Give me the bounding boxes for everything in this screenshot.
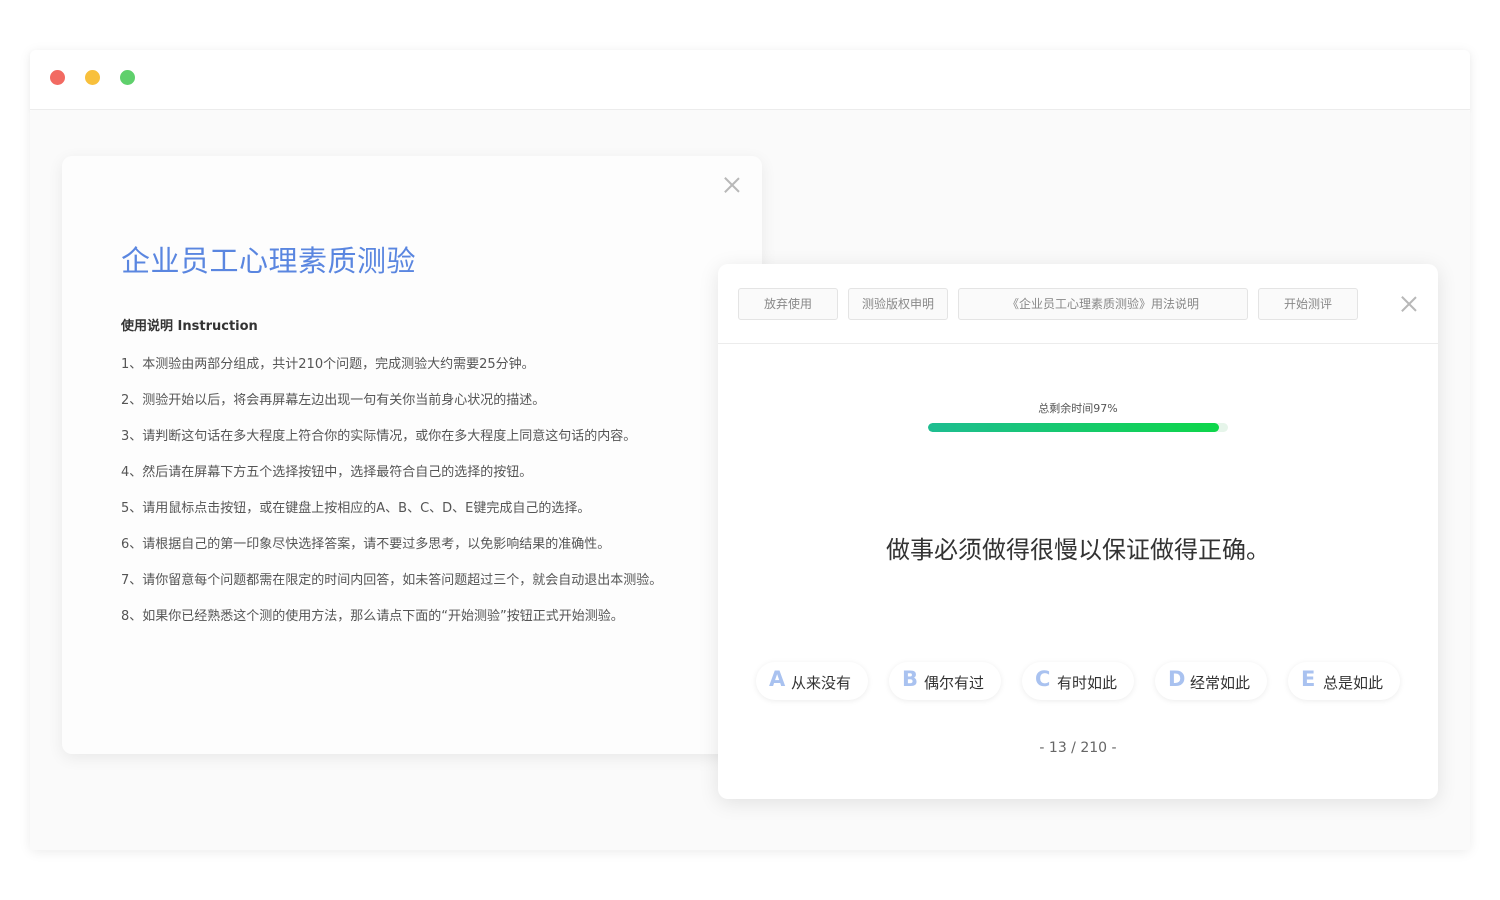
option-letter: C [1035, 667, 1051, 691]
instruction-item: 7、请你留意每个问题都需在限定的时间内回答，如未答问题超过三个，就会自动退出本测… [121, 573, 663, 588]
question-text: 做事必须做得很慢以保证做得正确。 [886, 536, 1270, 564]
option-c-button[interactable]: C 有时如此 [1022, 662, 1134, 700]
option-label: 经常如此 [1190, 674, 1251, 692]
instruction-item: 1、本测验由两部分组成，共计210个问题，完成测验大约需要25分钟。 [121, 357, 535, 372]
start-test-button[interactable]: 开始测评 [1258, 288, 1358, 320]
instruction-item: 4、然后请在屏幕下方五个选择按钮中，选择最符合自己的选择的按钮。 [121, 465, 533, 480]
option-a-button[interactable]: A 从来没有 [756, 662, 868, 700]
instruction-item: 3、请判断这句话在多大程度上符合你的实际情况，或你在多大程度上同意这句话的内容。 [121, 429, 637, 444]
option-label: 偶尔有过 [924, 674, 985, 692]
option-label: 有时如此 [1057, 674, 1118, 692]
content-area: 企业员工心理素质测验 使用说明 Instruction 1、本测验由两部分组成，… [30, 111, 1470, 850]
option-e-button[interactable]: E 总是如此 [1288, 662, 1400, 700]
window-titlebar [30, 50, 1470, 110]
option-d-button[interactable]: D 经常如此 [1155, 662, 1267, 700]
close-icon[interactable] [724, 177, 740, 193]
question-counter: - 13 / 210 - [1039, 740, 1117, 756]
quiz-toolbar: 放弃使用 测验版权申明 《企业员工心理素质测验》用法说明 开始测评 [718, 264, 1438, 344]
instruction-item: 2、测验开始以后，将会再屏幕左边出现一句有关你当前身心状况的描述。 [121, 393, 546, 408]
timer-progress-fill [928, 423, 1219, 432]
option-b-button[interactable]: B 偶尔有过 [889, 662, 1001, 700]
instruction-item: 6、请根据自己的第一印象尽快选择答案，请不要过多思考，以免影响结果的准确性。 [121, 537, 611, 552]
copyright-button[interactable]: 测验版权申明 [848, 288, 948, 320]
option-letter: D [1168, 667, 1186, 691]
instruction-heading: 使用说明 Instruction [121, 319, 258, 334]
instruction-list: 1、本测验由两部分组成，共计210个问题，完成测验大约需要25分钟。 2、测验开… [121, 356, 662, 644]
option-letter: E [1301, 667, 1316, 691]
app-window: 企业员工心理素质测验 使用说明 Instruction 1、本测验由两部分组成，… [30, 50, 1470, 850]
instruction-item: 8、如果你已经熟悉这个测的使用方法，那么请点下面的“开始测验”按钮正式开始测验。 [121, 609, 624, 624]
test-title: 企业员工心理素质测验 [121, 244, 417, 278]
timer-label: 总剩余时间97% [1038, 402, 1118, 415]
window-minimize-button[interactable] [85, 70, 100, 85]
usage-button[interactable]: 《企业员工心理素质测验》用法说明 [958, 288, 1248, 320]
close-icon[interactable] [1401, 296, 1417, 312]
instruction-card: 企业员工心理素质测验 使用说明 Instruction 1、本测验由两部分组成，… [62, 156, 762, 754]
quiz-card: 放弃使用 测验版权申明 《企业员工心理素质测验》用法说明 开始测评 总剩余时间9… [718, 264, 1438, 799]
instruction-item: 5、请用鼠标点击按钮，或在键盘上按相应的A、B、C、D、E键完成自己的选择。 [121, 501, 591, 516]
option-label: 从来没有 [791, 674, 852, 692]
option-label: 总是如此 [1323, 674, 1384, 692]
window-close-button[interactable] [50, 70, 65, 85]
timer-progress-bar [928, 423, 1228, 432]
option-letter: B [902, 667, 919, 691]
window-maximize-button[interactable] [120, 70, 135, 85]
option-letter: A [769, 667, 786, 691]
abandon-button[interactable]: 放弃使用 [738, 288, 838, 320]
